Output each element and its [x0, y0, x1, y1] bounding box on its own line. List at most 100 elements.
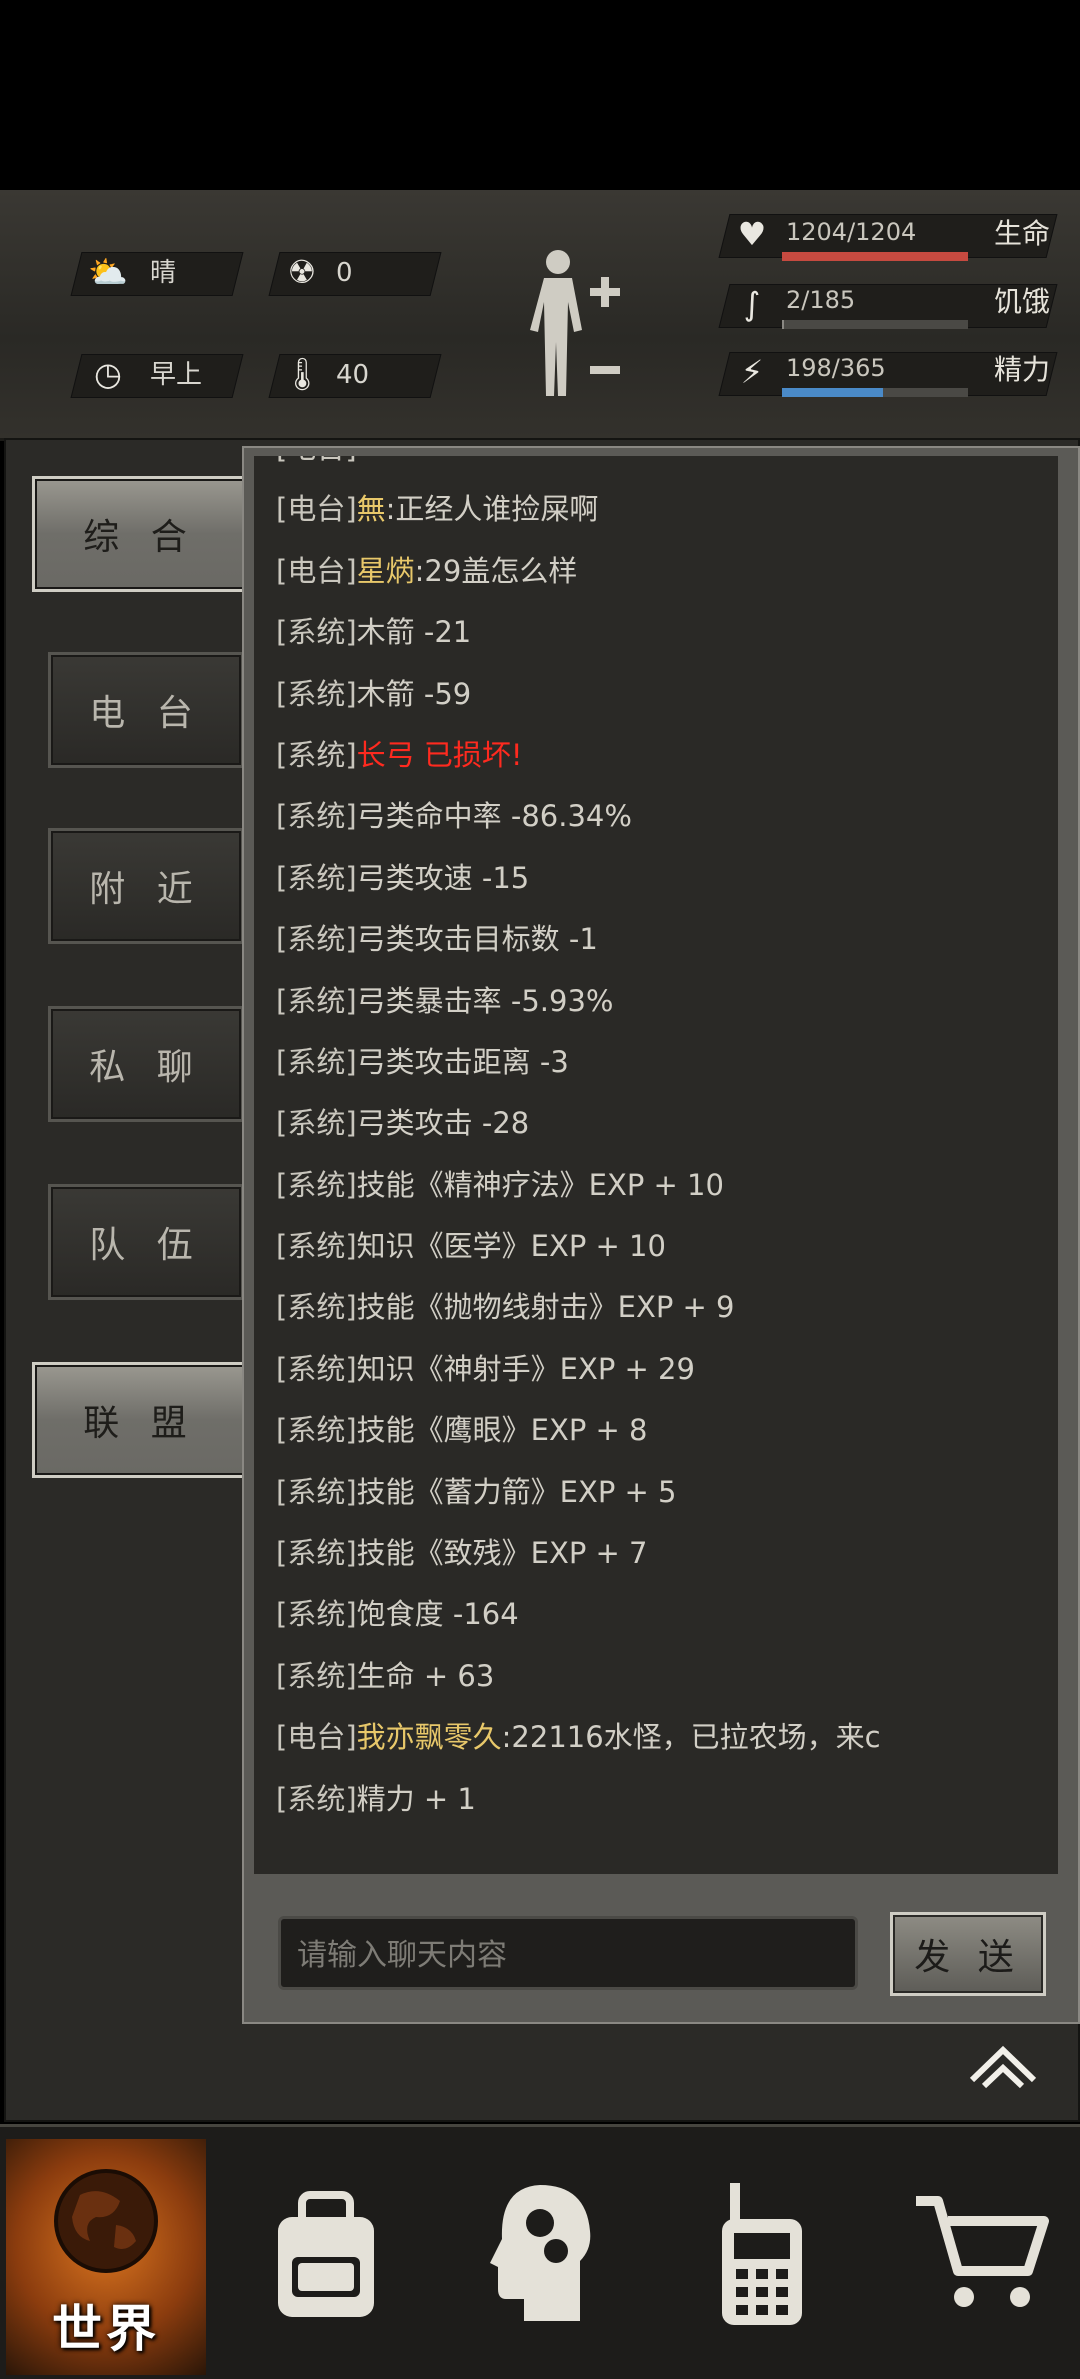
chat-message: [电台]: [276, 456, 1056, 479]
status-hud: ⛅ 晴 ☢ 0 ◷ 早上 🌡 40 ♥ 1204/1204 生命 ∫ 2/185…: [0, 190, 1080, 441]
send-button[interactable]: 发 送: [890, 1912, 1046, 1996]
chat-message: [系统]弓类命中率 -86.34%: [276, 786, 1056, 847]
tab-nearby[interactable]: 附 近: [48, 828, 244, 944]
chat-channel-tag: [系统]: [276, 922, 357, 957]
chat-message-text: :正经人谁捡屎啊: [385, 492, 599, 527]
chat-channel-tag: [系统]: [276, 737, 357, 772]
tab-team[interactable]: 队 伍: [48, 1184, 244, 1300]
body-status-button[interactable]: [520, 248, 630, 396]
chat-log[interactable]: [电台][电台]無:正经人谁捡屎啊[电台]星焫:29盖怎么样[系统]木箭 -21…: [254, 456, 1058, 1874]
chat-message-text: 技能《精神疗法》EXP + 10: [356, 1167, 724, 1202]
chat-channel-tag: [系统]: [276, 1290, 357, 1325]
skills-head-icon[interactable]: [490, 2179, 600, 2329]
chat-message-text: 木箭 -59: [356, 676, 472, 711]
chat-channel-tag: [系统]: [276, 860, 357, 895]
chat-message-text: 弓类命中率 -86.34%: [356, 799, 632, 834]
chat-message: [系统]精力 + 1: [276, 1769, 1056, 1830]
heartbeat-icon: ♥: [737, 215, 767, 253]
chat-message: [系统]弓类攻击 -28: [276, 1093, 1056, 1154]
chat-message: [系统]长弓 已损坏!: [276, 725, 1056, 786]
chat-message: [系统]生命 + 63: [276, 1646, 1056, 1707]
chat-channel-tag: [系统]: [276, 1658, 357, 1693]
chat-message-text: 技能《蓄力箭》EXP + 5: [356, 1474, 677, 1509]
chat-message-text: 弓类攻击距离 -3: [356, 1044, 569, 1079]
scroll-up-chevron-icon[interactable]: [966, 2040, 1040, 2090]
hunger-bar-fill: [782, 320, 785, 329]
nav-world[interactable]: 世界: [6, 2139, 206, 2375]
chat-message: [系统]知识《神射手》EXP + 29: [276, 1339, 1056, 1400]
chat-channel-tag: [系统]: [276, 1044, 357, 1079]
chat-channel-tag: [系统]: [276, 1781, 357, 1816]
chat-input[interactable]: 请输入聊天内容: [278, 1916, 858, 1990]
chat-channel-tag: [系统]: [276, 983, 357, 1018]
tab-radio[interactable]: 电 台: [48, 652, 244, 768]
backpack-icon[interactable]: [266, 2187, 386, 2327]
chat-message-text: :22116水怪，已拉农场，来c: [501, 1720, 881, 1755]
chat-message-text: 弓类暴击率 -5.93%: [356, 983, 614, 1018]
hunger-bar: [782, 320, 968, 329]
chat-sender-name[interactable]: 我亦飘零久: [357, 1720, 502, 1754]
chat-message-text: 精力 + 1: [356, 1781, 476, 1816]
health-bar: [782, 252, 968, 261]
energy-bar-fill: [782, 388, 883, 397]
chat-sender-name[interactable]: 星焫: [357, 554, 415, 588]
weather-cloud-sun-icon: ⛅: [88, 253, 128, 291]
shopping-cart-icon[interactable]: [912, 2193, 1052, 2313]
tab-alliance[interactable]: 联 盟: [32, 1362, 248, 1478]
nav-world-label: 世界: [52, 2300, 160, 2358]
walkie-talkie-icon[interactable]: [712, 2179, 812, 2329]
energy-head-icon: ⚡: [740, 353, 764, 391]
chat-message: [系统]弓类攻速 -15: [276, 848, 1056, 909]
chat-message-text: 技能《致残》EXP + 7: [356, 1536, 648, 1571]
chat-message-text: 木箭 -21: [356, 615, 472, 650]
chat-message: [电台]星焫:29盖怎么样: [276, 541, 1056, 602]
minus-icon: [590, 366, 620, 374]
temperature-value: 40: [336, 360, 370, 390]
chat-message: [系统]饱食度 -164: [276, 1584, 1056, 1645]
hunger-value: 2/185: [786, 286, 856, 314]
chat-channel-tag: [系统]: [276, 1597, 357, 1632]
chat-channel-tag: [系统]: [276, 676, 357, 711]
chat-message-text: 饱食度 -164: [356, 1597, 519, 1632]
chat-channel-tag: [系统]: [276, 799, 357, 834]
chat-message: [系统]技能《精神疗法》EXP + 10: [276, 1155, 1056, 1216]
chat-message-text: 技能《抛物线射击》EXP + 9: [356, 1290, 735, 1325]
chat-message: [系统]木箭 -59: [276, 664, 1056, 725]
chat-message-text: 知识《医学》EXP + 10: [356, 1229, 666, 1264]
chat-message-text: 技能《鹰眼》EXP + 8: [356, 1413, 648, 1448]
chat-channel-tag: [系统]: [276, 1229, 357, 1264]
chat-channel-tag: [系统]: [276, 615, 357, 650]
chat-message: [系统]木箭 -21: [276, 602, 1056, 663]
tab-private[interactable]: 私 聊: [48, 1006, 244, 1122]
chat-alert-text: 长弓 已损坏!: [356, 737, 523, 772]
chat-channel-tag: [系统]: [276, 1536, 357, 1571]
chat-message-text: :29盖怎么样: [414, 553, 578, 588]
chat-channel-tag: [系统]: [276, 1474, 357, 1509]
clock-icon: ◷: [94, 355, 122, 393]
hunger-label: 饥饿: [994, 285, 1051, 318]
chat-message-text: 弓类攻击 -28: [356, 1106, 530, 1141]
chat-message: [系统]知识《医学》EXP + 10: [276, 1216, 1056, 1277]
chat-channel-tag: [电台]: [276, 1720, 357, 1755]
chat-sender-name[interactable]: 無: [357, 492, 386, 526]
chat-channel-tag: [电台]: [276, 456, 357, 465]
chat-message: [系统]技能《致残》EXP + 7: [276, 1523, 1056, 1584]
energy-bar: [782, 388, 968, 397]
chat-panel: [电台][电台]無:正经人谁捡屎啊[电台]星焫:29盖怎么样[系统]木箭 -21…: [242, 446, 1080, 2024]
tab-general[interactable]: 综 合: [32, 476, 248, 592]
chat-channel-tag: [电台]: [276, 553, 357, 588]
health-bar-fill: [782, 252, 968, 261]
chat-channel-tag: [系统]: [276, 1167, 357, 1202]
energy-label: 精力: [994, 353, 1051, 386]
radiation-value: 0: [336, 258, 353, 288]
chat-channel-tag: [电台]: [276, 492, 357, 527]
chat-channel-tag: [系统]: [276, 1351, 357, 1386]
chat-message: [系统]技能《蓄力箭》EXP + 5: [276, 1462, 1056, 1523]
thermometer-icon: 🌡: [282, 355, 323, 393]
chat-channel-tag: [系统]: [276, 1413, 357, 1448]
chat-message: [系统]弓类攻击目标数 -1: [276, 909, 1056, 970]
energy-value: 198/365: [786, 354, 886, 382]
chat-message-text: 弓类攻击目标数 -1: [356, 922, 598, 957]
chat-message: [系统]弓类暴击率 -5.93%: [276, 971, 1056, 1032]
radiation-icon: ☢: [287, 253, 317, 291]
